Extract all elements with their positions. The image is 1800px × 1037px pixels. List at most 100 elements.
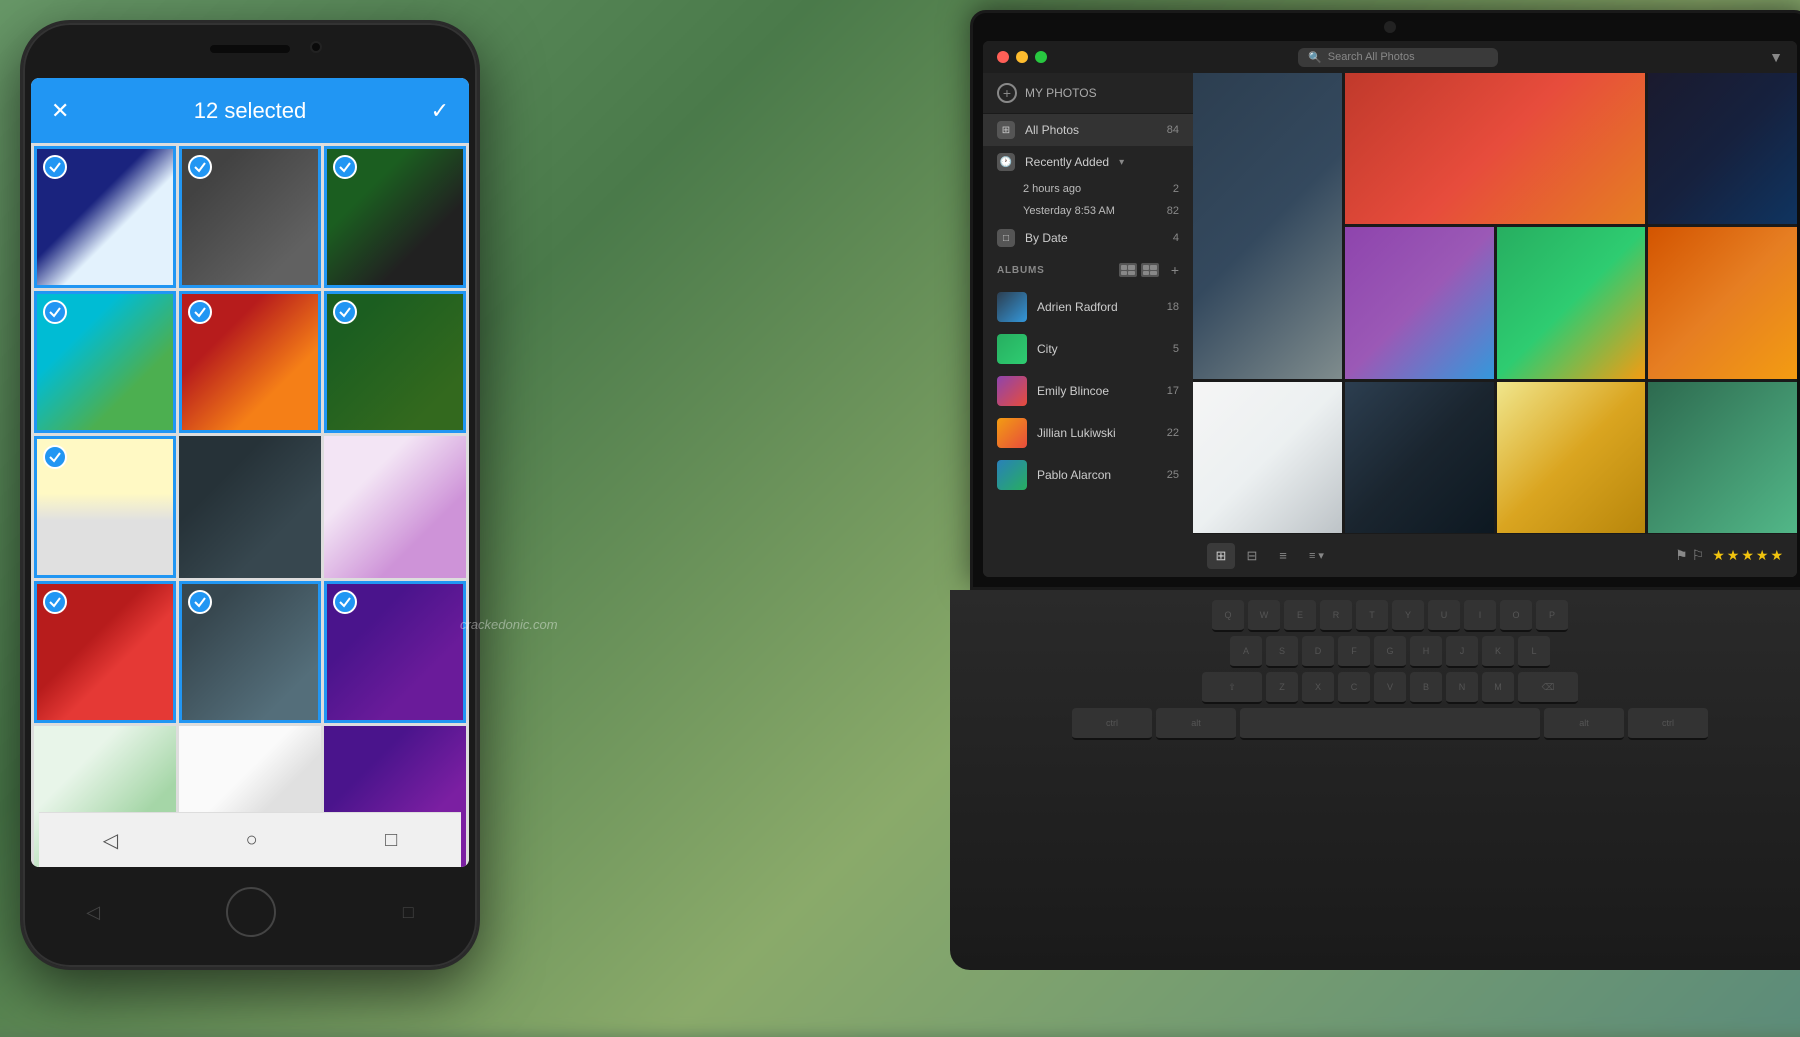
key-l[interactable]: L [1518, 636, 1550, 668]
phone-recents-button[interactable]: □ [385, 829, 397, 852]
key-alt[interactable]: alt [1156, 708, 1236, 740]
large-grid-view-button[interactable]: ⊞ [1207, 543, 1235, 569]
star-5[interactable]: ★ [1770, 547, 1783, 564]
photo-cell[interactable] [1193, 382, 1342, 533]
star-1[interactable]: ★ [1712, 547, 1725, 564]
photo-cell[interactable] [1345, 382, 1494, 533]
phone-home-button[interactable]: ○ [246, 829, 258, 852]
phone-grid-item[interactable] [179, 436, 321, 578]
album-name: Pablo Alarcon [1037, 468, 1111, 482]
key-alt-right[interactable]: alt [1544, 708, 1624, 740]
list-view-button[interactable]: ≡ [1269, 543, 1297, 569]
flag-filled-icon[interactable]: ⚑ [1675, 547, 1688, 564]
add-album-button[interactable]: + [1171, 262, 1179, 278]
photo-cell[interactable] [1648, 73, 1797, 224]
star-rating[interactable]: ★ ★ ★ ★ ★ [1712, 547, 1783, 564]
album-item-city[interactable]: City 5 [983, 328, 1193, 370]
photo-cell[interactable] [1345, 227, 1494, 378]
key-d[interactable]: D [1302, 636, 1334, 668]
sort-button[interactable]: ≡ ▾ [1309, 549, 1324, 562]
phone-grid-item[interactable] [179, 146, 321, 288]
grid-view-button[interactable] [1141, 263, 1159, 277]
flag-empty-icon[interactable]: ⚐ [1692, 547, 1705, 564]
phone-confirm-button[interactable]: ✓ [431, 98, 449, 124]
album-item-jillian[interactable]: Jillian Lukiwski 22 [983, 412, 1193, 454]
key-t[interactable]: T [1356, 600, 1388, 632]
small-grid-view-button[interactable]: ⊟ [1238, 543, 1266, 569]
phone-grid-item[interactable] [324, 146, 466, 288]
star-2[interactable]: ★ [1727, 547, 1740, 564]
key-ctrl-right[interactable]: ctrl [1628, 708, 1708, 740]
sidebar-item-all-photos[interactable]: ⊞ All Photos 84 [983, 114, 1193, 146]
sidebar-sub-item-yesterday[interactable]: Yesterday 8:53 AM 82 [983, 200, 1193, 222]
sidebar-item-by-date[interactable]: □ By Date 4 [983, 222, 1193, 254]
2hours-count: 2 [1173, 183, 1179, 195]
key-h[interactable]: H [1410, 636, 1442, 668]
key-a[interactable]: A [1230, 636, 1262, 668]
key-e[interactable]: E [1284, 600, 1316, 632]
expand-arrow-icon: ▾ [1119, 157, 1124, 168]
selection-badge [43, 445, 67, 469]
photo-cell[interactable] [1648, 382, 1797, 533]
filter-button[interactable]: ▼ [1769, 49, 1783, 65]
all-photos-label: All Photos [1025, 123, 1079, 137]
all-photos-icon: ⊞ [997, 121, 1015, 139]
close-window-button[interactable] [997, 51, 1009, 63]
key-z[interactable]: Z [1266, 672, 1298, 704]
key-backspace[interactable]: ⌫ [1518, 672, 1578, 704]
photo-cell[interactable] [1345, 73, 1646, 224]
search-bar[interactable]: 🔍 Search All Photos [1298, 48, 1498, 67]
key-i[interactable]: I [1464, 600, 1496, 632]
key-v[interactable]: V [1374, 672, 1406, 704]
key-ctrl[interactable]: ctrl [1072, 708, 1152, 740]
album-item-emily[interactable]: Emily Blincoe 17 [983, 370, 1193, 412]
phone-grid-item[interactable] [179, 291, 321, 433]
list-view-button[interactable] [1119, 263, 1137, 277]
key-j[interactable]: J [1446, 636, 1478, 668]
key-y[interactable]: Y [1392, 600, 1424, 632]
album-item-adrien[interactable]: Adrien Radford 18 [983, 286, 1193, 328]
key-k[interactable]: K [1482, 636, 1514, 668]
phone-grid-item[interactable] [324, 436, 466, 578]
phone-back-button[interactable]: ◁ [103, 828, 118, 853]
phone-grid-item[interactable] [179, 581, 321, 723]
phone-grid-item[interactable] [324, 291, 466, 433]
sidebar-sub-item-2hours[interactable]: 2 hours ago 2 [983, 178, 1193, 200]
sidebar-add-button[interactable]: + MY PHOTOS [983, 73, 1193, 114]
key-r[interactable]: R [1320, 600, 1352, 632]
maximize-window-button[interactable] [1035, 51, 1047, 63]
minimize-window-button[interactable] [1016, 51, 1028, 63]
photo-cell[interactable] [1193, 73, 1342, 379]
search-input[interactable]: Search All Photos [1328, 51, 1415, 63]
key-space[interactable] [1240, 708, 1540, 740]
photo-cell[interactable] [1648, 227, 1797, 378]
keyboard-row-3: ⇧ Z X C V B N M ⌫ [1000, 672, 1780, 704]
phone-grid-item[interactable] [34, 436, 176, 578]
phone-grid-item[interactable] [34, 146, 176, 288]
key-s[interactable]: S [1266, 636, 1298, 668]
key-o[interactable]: O [1500, 600, 1532, 632]
star-4[interactable]: ★ [1756, 547, 1769, 564]
key-b[interactable]: B [1410, 672, 1442, 704]
phone-home-hardware[interactable] [226, 887, 276, 937]
key-f[interactable]: F [1338, 636, 1370, 668]
sidebar-item-recently-added[interactable]: 🕐 Recently Added ▾ [983, 146, 1193, 178]
key-p[interactable]: P [1536, 600, 1568, 632]
photo-cell[interactable] [1497, 227, 1646, 378]
key-g[interactable]: G [1374, 636, 1406, 668]
key-n[interactable]: N [1446, 672, 1478, 704]
key-m[interactable]: M [1482, 672, 1514, 704]
key-u[interactable]: U [1428, 600, 1460, 632]
phone-grid-item[interactable] [34, 291, 176, 433]
phone-close-button[interactable]: ✕ [51, 98, 69, 124]
key-w[interactable]: W [1248, 600, 1280, 632]
phone-grid-item[interactable] [324, 581, 466, 723]
phone-grid-item[interactable] [34, 581, 176, 723]
album-item-pablo[interactable]: Pablo Alarcon 25 [983, 454, 1193, 496]
key-c[interactable]: C [1338, 672, 1370, 704]
photo-cell[interactable] [1497, 382, 1646, 533]
key-shift[interactable]: ⇧ [1202, 672, 1262, 704]
star-3[interactable]: ★ [1741, 547, 1754, 564]
key-q[interactable]: Q [1212, 600, 1244, 632]
key-x[interactable]: X [1302, 672, 1334, 704]
